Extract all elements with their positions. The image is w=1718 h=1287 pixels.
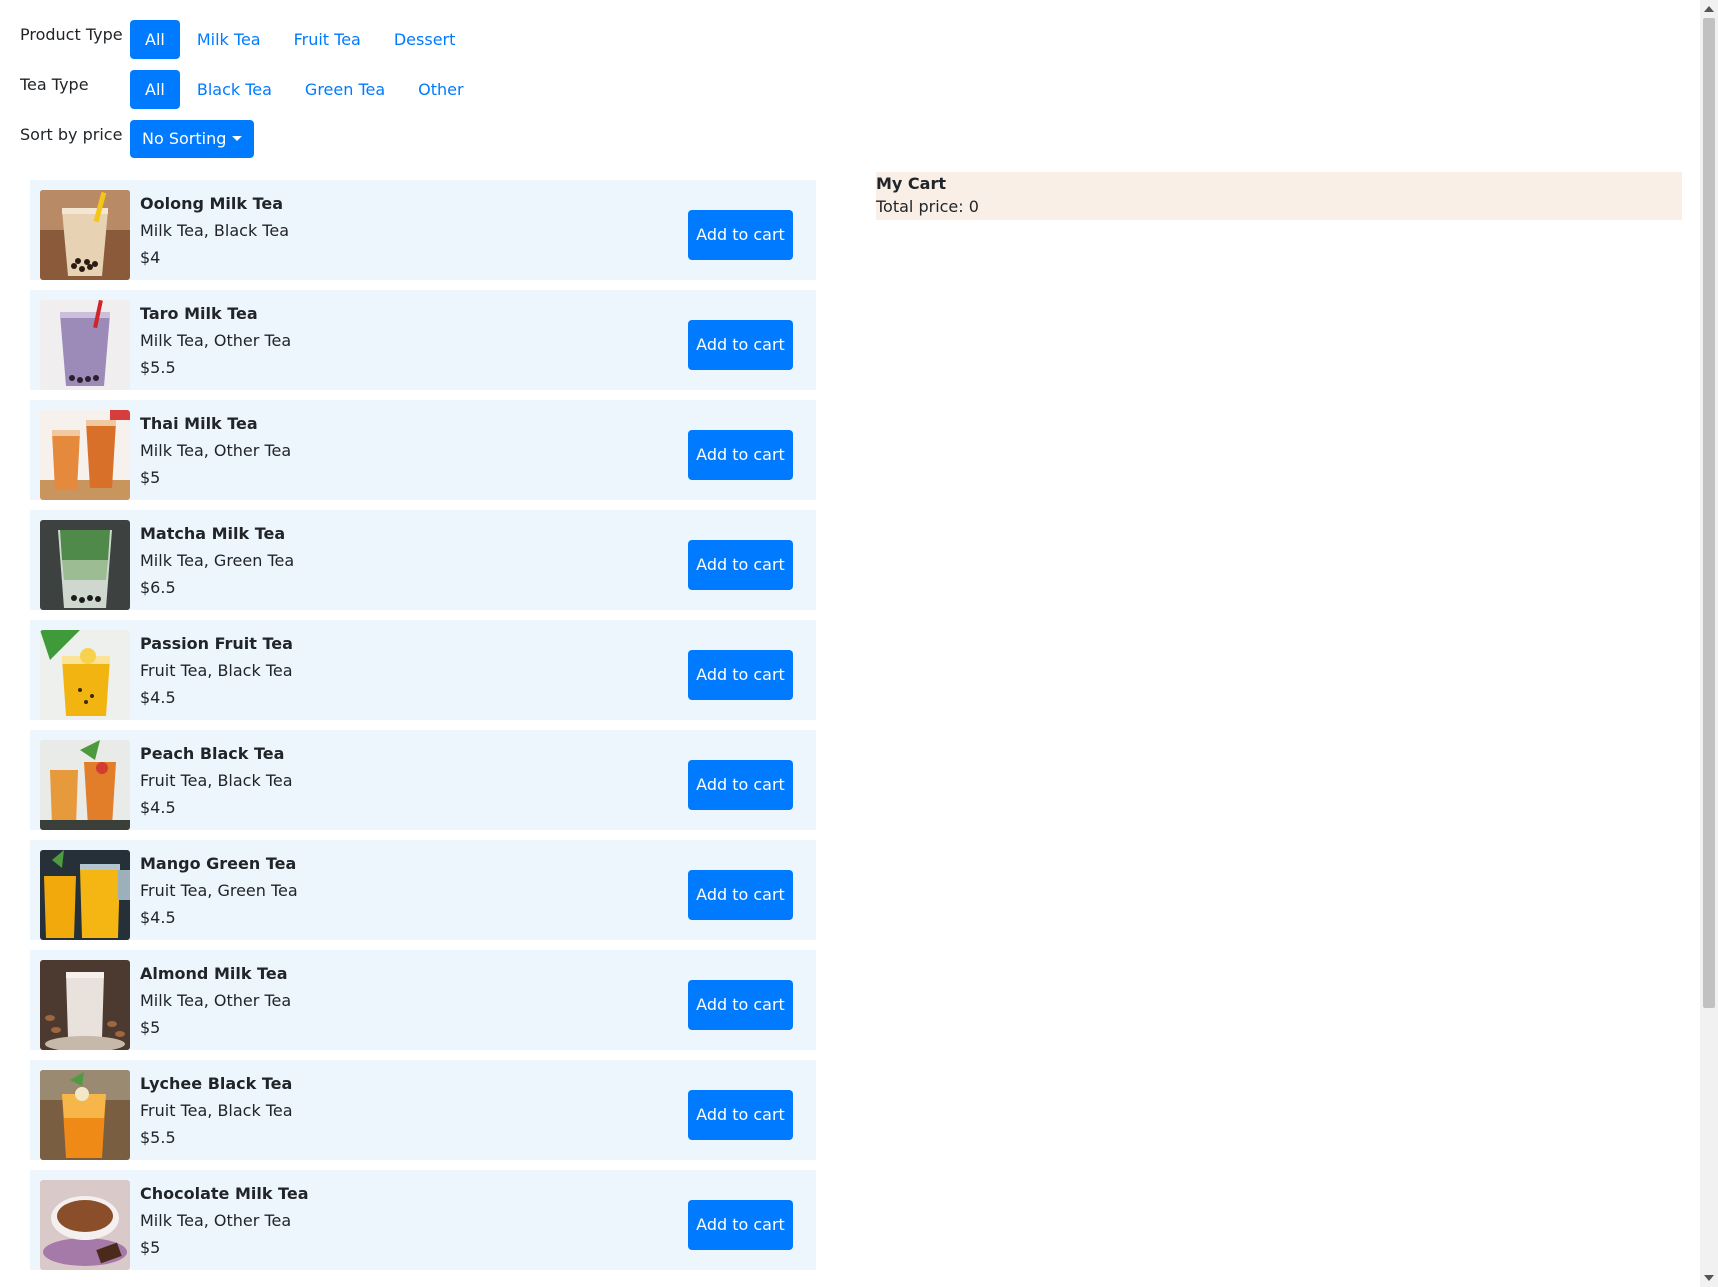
product-card: Peach Black Tea Fruit Tea, Black Tea $4.… xyxy=(30,730,816,830)
product-type-fruit-tea-pill[interactable]: Fruit Tea xyxy=(278,20,377,59)
add-to-cart-button[interactable]: Add to cart xyxy=(688,210,793,260)
product-image-almond-milk-drink xyxy=(40,960,130,1050)
product-name: Matcha Milk Tea xyxy=(140,524,286,543)
product-image-mango-drink-jars xyxy=(40,850,130,940)
product-tags: Fruit Tea, Black Tea xyxy=(140,661,293,680)
sort-filter: Sort by price No Sorting xyxy=(20,120,255,158)
sort-dropdown-value: No Sorting xyxy=(142,129,227,148)
page-scrollbar[interactable] xyxy=(1700,0,1718,1287)
product-info: Thai Milk Tea Milk Tea, Other Tea $5 xyxy=(140,414,291,495)
product-card: Lychee Black Tea Fruit Tea, Black Tea $5… xyxy=(30,1060,816,1160)
product-type-milk-tea-pill[interactable]: Milk Tea xyxy=(181,20,277,59)
product-card: Passion Fruit Tea Fruit Tea, Black Tea $… xyxy=(30,620,816,720)
product-image-orange-thai-tea xyxy=(40,410,130,500)
product-card: Chocolate Milk Tea Milk Tea, Other Tea $… xyxy=(30,1170,816,1270)
page: Product Type All Milk Tea Fruit Tea Dess… xyxy=(0,0,1718,1287)
product-card: Almond Milk Tea Milk Tea, Other Tea $5 A… xyxy=(30,950,816,1050)
product-price: $5 xyxy=(140,1238,161,1257)
product-info: Passion Fruit Tea Fruit Tea, Black Tea $… xyxy=(140,634,293,715)
add-to-cart-button[interactable]: Add to cart xyxy=(688,650,793,700)
add-to-cart-button[interactable]: Add to cart xyxy=(688,1200,793,1250)
product-info: Oolong Milk Tea Milk Tea, Black Tea $4 xyxy=(140,194,289,275)
product-image-yellow-passion-fruit-tea xyxy=(40,630,130,720)
sort-dropdown-button[interactable]: No Sorting xyxy=(130,120,255,158)
product-name: Mango Green Tea xyxy=(140,854,297,873)
product-image-lychee-iced-tea xyxy=(40,1070,130,1160)
product-list: Oolong Milk Tea Milk Tea, Black Tea $4 A… xyxy=(30,180,816,1280)
product-info: Peach Black Tea Fruit Tea, Black Tea $4.… xyxy=(140,744,293,825)
product-price: $4.5 xyxy=(140,908,176,927)
product-card: Oolong Milk Tea Milk Tea, Black Tea $4 A… xyxy=(30,180,816,280)
product-info: Taro Milk Tea Milk Tea, Other Tea $5.5 xyxy=(140,304,291,385)
product-card: Mango Green Tea Fruit Tea, Green Tea $4.… xyxy=(30,840,816,940)
product-price: $4.5 xyxy=(140,688,176,707)
add-to-cart-button[interactable]: Add to cart xyxy=(688,540,793,590)
product-name: Passion Fruit Tea xyxy=(140,634,293,653)
product-price: $5 xyxy=(140,1018,161,1037)
product-tags: Milk Tea, Green Tea xyxy=(140,551,295,570)
cart-panel: My Cart Total price: 0 xyxy=(876,172,1682,220)
product-type-filter: Product Type All Milk Tea Fruit Tea Dess… xyxy=(20,20,472,59)
product-price: $4.5 xyxy=(140,798,176,817)
tea-type-all-pill[interactable]: All xyxy=(130,70,180,109)
product-tags: Milk Tea, Other Tea xyxy=(140,331,292,350)
product-type-all-pill[interactable]: All xyxy=(130,20,180,59)
product-name: Almond Milk Tea xyxy=(140,964,288,983)
tea-type-other-pill[interactable]: Other xyxy=(402,70,479,109)
product-type-dessert-pill[interactable]: Dessert xyxy=(378,20,472,59)
product-image-peach-iced-tea xyxy=(40,740,130,830)
product-price: $4 xyxy=(140,248,161,267)
product-name: Oolong Milk Tea xyxy=(140,194,284,213)
product-name: Taro Milk Tea xyxy=(140,304,258,323)
product-tags: Fruit Tea, Green Tea xyxy=(140,881,298,900)
product-info: Chocolate Milk Tea Milk Tea, Other Tea $… xyxy=(140,1184,309,1265)
product-price: $5 xyxy=(140,468,161,487)
product-info: Mango Green Tea Fruit Tea, Green Tea $4.… xyxy=(140,854,298,935)
tea-type-black-tea-pill[interactable]: Black Tea xyxy=(181,70,288,109)
sort-label: Sort by price xyxy=(20,124,123,144)
scroll-down-arrow-icon[interactable] xyxy=(1704,1275,1714,1281)
product-price: $5.5 xyxy=(140,358,176,377)
product-price: $6.5 xyxy=(140,578,176,597)
product-image-chocolate-drink-cup xyxy=(40,1180,130,1270)
product-info: Lychee Black Tea Fruit Tea, Black Tea $5… xyxy=(140,1074,293,1155)
scrollbar-thumb[interactable] xyxy=(1703,18,1715,1008)
product-image-milk-tea-with-boba xyxy=(40,190,130,280)
product-price: $5.5 xyxy=(140,1128,176,1147)
product-name: Thai Milk Tea xyxy=(140,414,258,433)
add-to-cart-button[interactable]: Add to cart xyxy=(688,760,793,810)
cart-title: My Cart xyxy=(876,174,946,193)
scroll-up-arrow-icon[interactable] xyxy=(1704,6,1714,12)
product-tags: Fruit Tea, Black Tea xyxy=(140,1101,293,1120)
product-card: Matcha Milk Tea Milk Tea, Green Tea $6.5… xyxy=(30,510,816,610)
add-to-cart-button[interactable]: Add to cart xyxy=(688,1090,793,1140)
product-tags: Milk Tea, Other Tea xyxy=(140,1211,292,1230)
product-card: Taro Milk Tea Milk Tea, Other Tea $5.5 A… xyxy=(30,290,816,390)
product-tags: Milk Tea, Other Tea xyxy=(140,441,292,460)
add-to-cart-button[interactable]: Add to cart xyxy=(688,320,793,370)
product-info: Almond Milk Tea Milk Tea, Other Tea $5 xyxy=(140,964,291,1045)
caret-down-icon xyxy=(232,135,243,141)
product-name: Chocolate Milk Tea xyxy=(140,1184,309,1203)
add-to-cart-button[interactable]: Add to cart xyxy=(688,980,793,1030)
add-to-cart-button[interactable]: Add to cart xyxy=(688,430,793,480)
product-image-purple-taro-drink xyxy=(40,300,130,390)
product-name: Lychee Black Tea xyxy=(140,1074,293,1093)
add-to-cart-button[interactable]: Add to cart xyxy=(688,870,793,920)
tea-type-filter: Tea Type All Black Tea Green Tea Other xyxy=(20,70,481,109)
cart-total-price: Total price: 0 xyxy=(876,197,979,216)
product-tags: Milk Tea, Black Tea xyxy=(140,221,289,240)
product-info: Matcha Milk Tea Milk Tea, Green Tea $6.5 xyxy=(140,524,294,605)
product-card: Thai Milk Tea Milk Tea, Other Tea $5 Add… xyxy=(30,400,816,500)
product-tags: Milk Tea, Other Tea xyxy=(140,991,292,1010)
product-image-green-matcha-drink xyxy=(40,520,130,610)
product-tags: Fruit Tea, Black Tea xyxy=(140,771,293,790)
tea-type-green-tea-pill[interactable]: Green Tea xyxy=(289,70,401,109)
product-name: Peach Black Tea xyxy=(140,744,285,763)
tea-type-label: Tea Type xyxy=(20,75,89,94)
product-type-label: Product Type xyxy=(20,25,123,44)
